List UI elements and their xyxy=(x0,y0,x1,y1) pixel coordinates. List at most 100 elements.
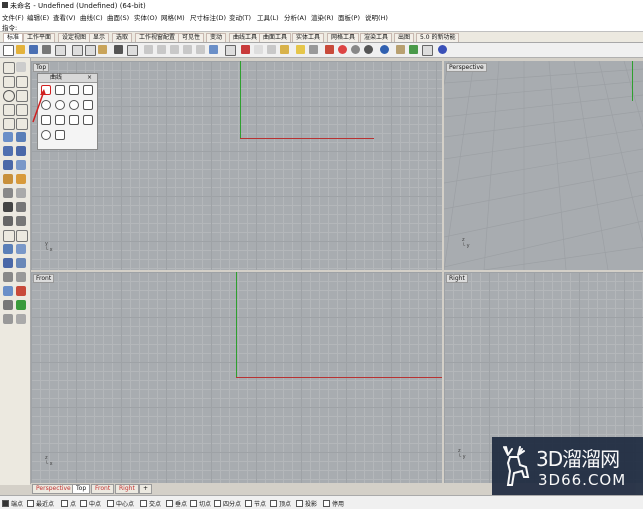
rendered-sphere-icon[interactable] xyxy=(364,45,373,54)
osnap-project[interactable]: 投影 xyxy=(296,499,317,508)
tab-select[interactable]: 选取 xyxy=(112,33,133,42)
lock-icon[interactable] xyxy=(309,45,318,54)
viewport-label[interactable]: Right xyxy=(446,274,468,283)
bulb-icon[interactable] xyxy=(296,45,305,54)
save-icon[interactable] xyxy=(29,45,38,54)
paste-icon[interactable] xyxy=(98,45,107,54)
hide-icon[interactable] xyxy=(3,314,13,324)
box-icon[interactable] xyxy=(3,146,13,156)
tab-render-tools[interactable]: 渲染工具 xyxy=(360,33,393,42)
viewport-label[interactable]: Front xyxy=(33,274,55,283)
osnap-vertex[interactable]: 顶点 xyxy=(270,499,291,508)
osnap-perp[interactable]: 垂点 xyxy=(166,499,187,508)
polygon-tool-icon[interactable] xyxy=(83,100,93,110)
osnap-int[interactable]: 交点 xyxy=(140,499,161,508)
split-icon[interactable] xyxy=(16,174,26,184)
rotate-view-icon[interactable] xyxy=(196,45,205,54)
light-icon[interactable] xyxy=(280,45,289,54)
corner-rectangle-icon[interactable] xyxy=(55,85,65,95)
helix-tool-icon[interactable] xyxy=(41,130,51,140)
tab-drafting[interactable]: 出图 xyxy=(394,33,415,42)
offset-icon[interactable] xyxy=(16,118,28,130)
tools-icon[interactable] xyxy=(409,45,418,54)
text-icon[interactable] xyxy=(16,202,26,212)
tab-surface-tools[interactable]: 曲面工具 xyxy=(259,33,292,42)
group-icon[interactable] xyxy=(3,272,13,282)
surface-icon[interactable] xyxy=(3,132,13,142)
new-file-icon[interactable] xyxy=(3,45,14,56)
layer-icon[interactable] xyxy=(241,45,250,54)
osnap-end[interactable]: 端点 xyxy=(2,499,23,508)
render-icon[interactable] xyxy=(325,45,334,54)
check-icon[interactable] xyxy=(16,300,26,310)
print-icon[interactable] xyxy=(42,45,51,54)
undo-icon[interactable] xyxy=(114,45,123,54)
sphere-icon[interactable] xyxy=(16,146,26,156)
select-arrow-icon[interactable] xyxy=(3,62,15,74)
tab-mesh-tools[interactable]: 网格工具 xyxy=(327,33,360,42)
add-viewport-icon[interactable]: + xyxy=(139,484,153,494)
close-icon[interactable]: × xyxy=(87,74,92,82)
toolbar-list-icon[interactable] xyxy=(422,45,433,56)
boolean-icon[interactable] xyxy=(3,174,13,184)
command-line[interactable]: 指令: xyxy=(0,21,643,32)
freeform-tool-icon[interactable] xyxy=(83,115,93,125)
loft-icon[interactable] xyxy=(16,132,26,142)
align-icon[interactable] xyxy=(16,258,26,268)
join-icon[interactable] xyxy=(3,216,13,226)
rotate-icon[interactable] xyxy=(16,230,28,242)
vtab-front[interactable]: Front xyxy=(91,484,115,494)
polyline-tool-icon[interactable] xyxy=(83,85,93,95)
trim-icon[interactable] xyxy=(16,188,26,198)
tab-standard[interactable]: 标准 xyxy=(3,33,24,42)
block-icon[interactable] xyxy=(16,272,26,282)
viewport-label[interactable]: Top xyxy=(33,63,50,72)
osnap-disable[interactable]: 停用 xyxy=(323,499,344,508)
tab-display[interactable]: 显示 xyxy=(89,33,110,42)
osnap-tan[interactable]: 切点 xyxy=(190,499,211,508)
osnap-cen[interactable]: 中心点 xyxy=(107,499,134,508)
open-file-icon[interactable] xyxy=(16,45,25,54)
vtab-right[interactable]: Right xyxy=(115,484,139,494)
gear-circle-icon[interactable] xyxy=(55,100,65,110)
cylinder-icon[interactable] xyxy=(3,160,13,170)
help-icon[interactable] xyxy=(438,45,447,54)
cplane-icon[interactable] xyxy=(209,45,218,54)
tab-viewport-layout[interactable]: 工作视窗配置 xyxy=(135,33,180,42)
fillet-icon[interactable] xyxy=(3,118,15,130)
tab-cplanes[interactable]: 工作平面 xyxy=(23,33,56,42)
curve-tool-icon[interactable] xyxy=(69,115,79,125)
osnap-quad[interactable]: 四分点 xyxy=(214,499,241,508)
options-icon[interactable] xyxy=(396,45,405,54)
tab-solid-tools[interactable]: 实体工具 xyxy=(292,33,325,42)
pan-icon[interactable] xyxy=(144,45,153,54)
rounded-rectangle-icon[interactable] xyxy=(69,85,79,95)
import-icon[interactable] xyxy=(55,45,66,56)
vtab-top[interactable]: Top xyxy=(72,484,91,494)
array-icon[interactable] xyxy=(3,258,13,268)
osnap-point[interactable]: 点 xyxy=(61,499,76,508)
zoom-window-icon[interactable] xyxy=(170,45,179,54)
extrude-icon[interactable] xyxy=(16,160,26,170)
select-icon[interactable] xyxy=(127,45,138,56)
scale-icon[interactable] xyxy=(3,244,13,254)
properties-icon[interactable] xyxy=(254,45,263,54)
object-icon[interactable] xyxy=(267,45,276,54)
curve-icon[interactable] xyxy=(16,76,28,88)
mesh-icon[interactable] xyxy=(3,188,13,198)
dimension-icon[interactable] xyxy=(3,202,13,212)
ellipse-tool-icon[interactable] xyxy=(69,100,79,110)
osnap-near[interactable]: 最近点 xyxy=(27,499,54,508)
conic-tool-icon[interactable] xyxy=(55,130,65,140)
layout-icon[interactable] xyxy=(3,300,13,310)
cut-icon[interactable] xyxy=(72,45,83,56)
shaded-sphere-icon[interactable] xyxy=(351,45,360,54)
point-icon[interactable] xyxy=(16,62,26,72)
viewport-perspective[interactable]: Perspective z └ y xyxy=(444,61,643,270)
tab-transform[interactable]: 变动 xyxy=(206,33,227,42)
copy-icon[interactable] xyxy=(85,45,96,56)
tab-set-view[interactable]: 设定视图 xyxy=(58,33,91,42)
polyline-icon[interactable] xyxy=(3,76,15,88)
viewport-label[interactable]: Perspective xyxy=(446,63,487,72)
circle-icon[interactable] xyxy=(3,90,15,102)
